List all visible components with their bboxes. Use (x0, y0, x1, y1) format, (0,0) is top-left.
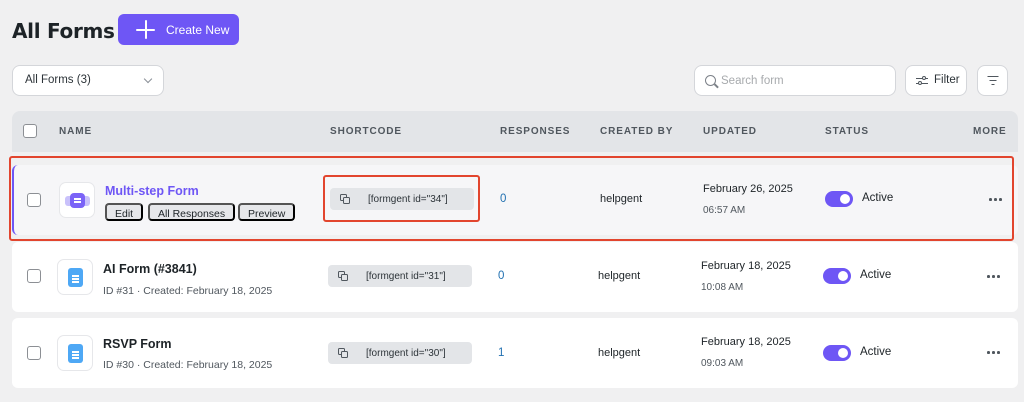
created-by: helpgent (598, 347, 641, 359)
ellipsis-icon[interactable] (986, 268, 1002, 284)
edit-button[interactable]: Edit (105, 203, 144, 221)
shortcode-text: [formgent id="31"] (366, 271, 446, 282)
status-label: Active (860, 346, 892, 358)
multi-step-form-icon (59, 182, 95, 218)
table-row[interactable]: Multi-step Form Edit All Responses Previ… (12, 165, 1018, 235)
row-checkbox[interactable] (27, 346, 41, 360)
create-new-button[interactable]: Create New (118, 14, 239, 45)
form-meta: ID #31 · Created: February 18, 2025 (103, 285, 273, 297)
status-label: Active (860, 269, 892, 281)
table-header: NAME SHORTCODE RESPONSES CREATED BY UPDA… (12, 111, 1018, 152)
shortcode-copy[interactable]: [formgent id="30"] (328, 342, 472, 364)
forms-filter-select[interactable]: All Forms (3) (12, 65, 164, 96)
status-toggle[interactable] (825, 191, 853, 207)
column-header-created-by[interactable]: CREATED BY (600, 126, 673, 137)
table-row[interactable]: RSVP Form ID #30 · Created: February 18,… (12, 318, 1018, 388)
forms-filter-value: All Forms (3) (25, 74, 91, 86)
row-checkbox[interactable] (27, 193, 41, 207)
status-toggle[interactable] (823, 345, 851, 361)
ellipsis-icon[interactable] (986, 344, 1002, 360)
search-box (694, 65, 896, 96)
column-header-more: MORE (973, 126, 1007, 137)
updated-time: 10:08 AM (701, 282, 744, 293)
column-header-status[interactable]: STATUS (825, 126, 869, 137)
form-meta: ID #30 · Created: February 18, 2025 (103, 359, 273, 371)
sort-button[interactable] (977, 65, 1008, 96)
updated-date: February 18, 2025 (701, 260, 791, 272)
form-name-link[interactable]: Multi-step Form (105, 184, 199, 198)
copy-icon (338, 271, 348, 281)
shortcode-copy[interactable]: [formgent id="31"] (328, 265, 472, 287)
table-row[interactable]: AI Form (#3841) ID #31 · Created: Februa… (12, 242, 1018, 312)
updated-date: February 18, 2025 (701, 336, 791, 348)
search-icon (705, 75, 716, 86)
column-header-updated[interactable]: UPDATED (703, 126, 757, 137)
filter-label: Filter (934, 74, 960, 86)
plus-icon (136, 20, 155, 39)
column-header-responses[interactable]: RESPONSES (500, 126, 570, 137)
filter-button[interactable]: Filter (905, 65, 967, 96)
chevron-down-icon (143, 74, 153, 84)
responses-count[interactable]: 0 (500, 193, 506, 205)
column-header-name[interactable]: NAME (59, 126, 92, 137)
created-by: helpgent (598, 270, 641, 282)
ellipsis-icon[interactable] (988, 191, 1004, 207)
status-label: Active (862, 192, 894, 204)
status-toggle[interactable] (823, 268, 851, 284)
document-icon (57, 259, 93, 295)
updated-time: 09:03 AM (701, 358, 744, 369)
shortcode-text: [formgent id="34"] (368, 194, 448, 205)
updated-time: 06:57 AM (703, 205, 746, 216)
create-new-label: Create New (166, 23, 230, 37)
all-responses-button[interactable]: All Responses (148, 203, 236, 221)
form-name-link[interactable]: RSVP Form (103, 337, 172, 351)
row-checkbox[interactable] (27, 269, 41, 283)
document-icon (57, 335, 93, 371)
shortcode-text: [formgent id="30"] (366, 348, 446, 359)
updated-date: February 26, 2025 (703, 183, 793, 195)
shortcode-copy[interactable]: [formgent id="34"] (330, 188, 474, 210)
preview-button[interactable]: Preview (238, 203, 296, 221)
responses-count[interactable]: 1 (498, 347, 504, 359)
copy-icon (338, 348, 348, 358)
created-by: helpgent (600, 193, 643, 205)
select-all-checkbox[interactable] (23, 124, 37, 138)
sliders-icon (916, 76, 928, 86)
responses-count[interactable]: 0 (498, 270, 504, 282)
page-title: All Forms (12, 19, 115, 43)
search-input[interactable] (721, 72, 881, 90)
form-name-link[interactable]: AI Form (#3841) (103, 262, 197, 276)
copy-icon (340, 194, 350, 204)
column-header-shortcode: SHORTCODE (330, 126, 402, 137)
